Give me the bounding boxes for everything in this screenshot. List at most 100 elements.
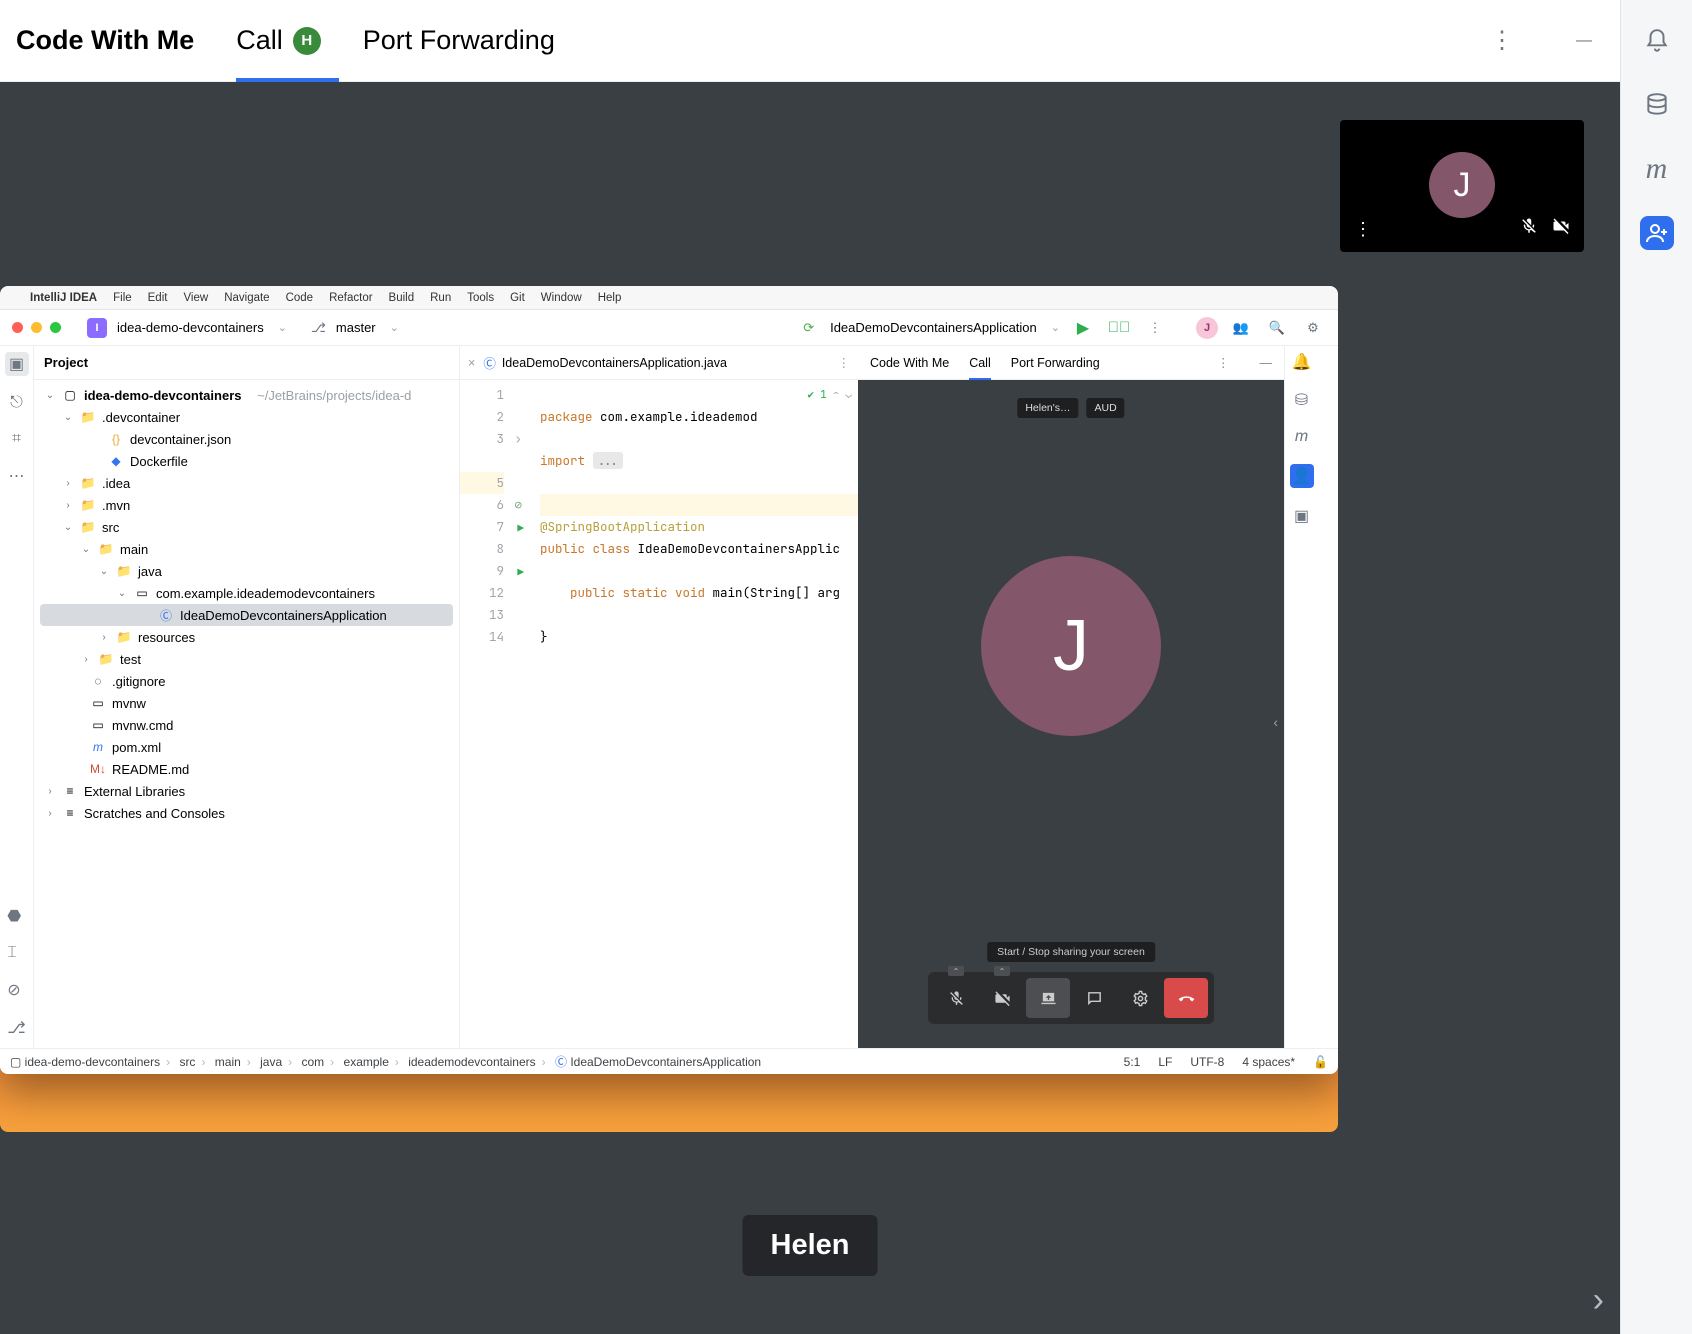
tree-node[interactable]: ›📁test [34, 648, 459, 670]
outer-more-icon[interactable]: ⋮ [1482, 21, 1522, 61]
terminal-tool-icon[interactable]: ⌶ [7, 944, 25, 962]
structure-tool-icon[interactable]: ⌗ [12, 430, 21, 448]
tree-node[interactable]: ⌄📁src [34, 516, 459, 538]
cursor-pos[interactable]: 5:1 [1124, 1055, 1141, 1069]
tree-node[interactable]: ⌄📁main [34, 538, 459, 560]
mic-toggle-button[interactable]: ⌃ [934, 978, 978, 1018]
settings-icon[interactable]: ⚙ [1300, 315, 1326, 341]
run-config-name[interactable]: IdeaDemoDevcontainersApplication [830, 320, 1037, 335]
tree-node[interactable]: ⌄▭com.example.ideademodevcontainers [34, 582, 459, 604]
cwm-icon[interactable]: 👥 [1228, 315, 1254, 341]
run-button[interactable]: ▶ [1070, 315, 1096, 341]
debug-button[interactable]: ⌄⃝ [1106, 315, 1132, 341]
menu-appname[interactable]: IntelliJ IDEA [30, 292, 97, 304]
tree-scratches[interactable]: ›≡Scratches and Consoles [34, 802, 459, 824]
tree-root[interactable]: ⌄▢idea-demo-devcontainers ~/JetBrains/pr… [34, 384, 459, 406]
chevron-down-icon[interactable]: ⌄ [278, 321, 287, 334]
pip-more-icon[interactable]: ⋮ [1354, 219, 1372, 240]
inner-more-icon[interactable]: ⋮ [1217, 355, 1230, 370]
maven-icon[interactable]: m [1640, 152, 1674, 186]
project-tree[interactable]: Project ⌄▢idea-demo-devcontainers ~/JetB… [34, 346, 460, 1048]
project-name[interactable]: idea-demo-devcontainers [117, 320, 264, 335]
inspection-widget[interactable]: ✔1⌃⌄ [808, 384, 852, 406]
tree-node[interactable]: ⌄📁.devcontainer [34, 406, 459, 428]
close-tab-icon[interactable]: × [468, 356, 475, 370]
cwm-tool-icon[interactable]: 👤 [1290, 464, 1314, 488]
notifications-icon[interactable]: 🔔 [1292, 352, 1312, 372]
tree-file[interactable]: ▭mvnw.cmd [34, 714, 459, 736]
tree-node[interactable]: ›📁.idea [34, 472, 459, 494]
git-tool-icon[interactable]: ⎇ [7, 1018, 25, 1038]
chip-user[interactable]: Helen's… [1017, 398, 1078, 418]
menu-build[interactable]: Build [389, 292, 415, 304]
tree-file[interactable]: mpom.xml [34, 736, 459, 758]
inner-tab-port[interactable]: Port Forwarding [1011, 346, 1100, 380]
more-tools-icon[interactable]: ⋯ [9, 466, 25, 486]
screen-share-button[interactable] [1026, 978, 1070, 1018]
breadcrumb[interactable]: ▢ idea-demo-devcontainers› src› main› ja… [10, 1053, 761, 1070]
menu-window[interactable]: Window [541, 292, 582, 304]
menu-edit[interactable]: Edit [148, 292, 168, 304]
pip-mic-muted-icon[interactable] [1520, 217, 1538, 240]
menu-help[interactable]: Help [598, 292, 622, 304]
window-tool-icon[interactable]: ▣ [1294, 506, 1309, 526]
menu-tools[interactable]: Tools [467, 292, 494, 304]
chevron-down-icon[interactable]: ⌄ [390, 321, 399, 334]
menu-file[interactable]: File [113, 292, 132, 304]
tree-node[interactable]: ⌄📁java [34, 560, 459, 582]
menu-run[interactable]: Run [430, 292, 451, 304]
tree-file-selected[interactable]: ⒸIdeaDemoDevcontainersApplication [40, 604, 453, 626]
tree-node[interactable]: ›📁.mvn [34, 494, 459, 516]
branch-name[interactable]: master [336, 320, 376, 335]
camera-toggle-button[interactable]: ⌃ [980, 978, 1024, 1018]
tree-ext-libs[interactable]: ›≡External Libraries [34, 780, 459, 802]
cwm-person-icon[interactable] [1640, 216, 1674, 250]
readonly-icon[interactable]: 🔓 [1313, 1055, 1328, 1069]
chevron-down-icon[interactable]: ⌄ [1051, 321, 1060, 334]
gutter-run-icon[interactable]: ▶ [517, 518, 524, 540]
encoding[interactable]: UTF-8 [1190, 1055, 1224, 1069]
chip-audio[interactable]: AUD [1087, 398, 1125, 418]
editor-tab[interactable]: ⒸIdeaDemoDevcontainersApplication.java [483, 353, 727, 372]
database-tool-icon[interactable]: ⛁ [1295, 390, 1308, 410]
editor-more-icon[interactable]: ⋮ [838, 355, 851, 370]
menu-navigate[interactable]: Navigate [224, 292, 269, 304]
more-icon[interactable]: ⋮ [1142, 315, 1168, 341]
menu-code[interactable]: Code [286, 292, 314, 304]
user-avatar[interactable]: J [1196, 317, 1218, 339]
services-tool-icon[interactable]: ⬣ [7, 906, 25, 926]
inner-tab-cwm[interactable]: Code With Me [870, 346, 949, 380]
notifications-icon[interactable] [1640, 24, 1674, 58]
inner-minimize-icon[interactable]: — [1260, 356, 1273, 370]
maven-tool-icon[interactable]: m [1295, 428, 1308, 446]
menu-git[interactable]: Git [510, 292, 525, 304]
chevron-left-icon[interactable]: ‹ [1273, 714, 1278, 730]
commit-tool-icon[interactable]: ⎋ [10, 394, 23, 412]
problems-tool-icon[interactable]: ⊘ [7, 980, 25, 1000]
outer-tab-call[interactable]: Call H [236, 0, 321, 82]
search-icon[interactable]: 🔍 [1264, 315, 1290, 341]
expand-chevron-icon[interactable]: › [1593, 1281, 1604, 1320]
chat-button[interactable] [1072, 978, 1116, 1018]
indent[interactable]: 4 spaces* [1242, 1055, 1295, 1069]
ide-window[interactable]: IntelliJ IDEA File Edit View Navigate Co… [0, 286, 1338, 1074]
leave-call-button[interactable] [1164, 978, 1208, 1018]
window-controls[interactable] [12, 322, 61, 333]
gutter-run-icon[interactable]: ▶ [517, 562, 524, 584]
tree-file[interactable]: ◆Dockerfile [34, 450, 459, 472]
tree-file[interactable]: {}devcontainer.json [34, 428, 459, 450]
outer-minimize-icon[interactable]: — [1564, 21, 1604, 61]
inner-tab-call[interactable]: Call [969, 346, 991, 380]
menu-refactor[interactable]: Refactor [329, 292, 372, 304]
call-settings-button[interactable] [1118, 978, 1162, 1018]
tree-file[interactable]: M↓README.md [34, 758, 459, 780]
tree-file[interactable]: ▭mvnw [34, 692, 459, 714]
pip-cam-off-icon[interactable] [1552, 217, 1570, 240]
project-tool-icon[interactable]: ▣ [5, 352, 29, 376]
outer-tab-cwm[interactable]: Code With Me [16, 25, 194, 56]
outer-tab-port[interactable]: Port Forwarding [363, 0, 555, 82]
line-sep[interactable]: LF [1158, 1055, 1172, 1069]
editor[interactable]: × ⒸIdeaDemoDevcontainersApplication.java… [460, 346, 858, 1048]
branch-icon[interactable]: ⎇ [311, 320, 326, 336]
tree-node[interactable]: ›📁resources [34, 626, 459, 648]
